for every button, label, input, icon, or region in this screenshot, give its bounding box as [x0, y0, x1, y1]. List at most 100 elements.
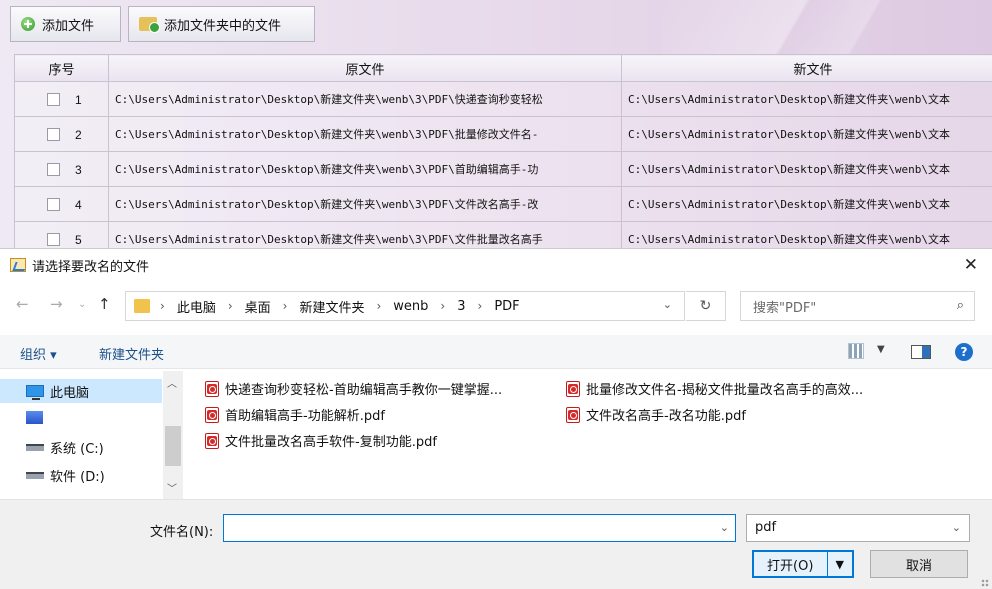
- new-path-cell: C:\Users\Administrator\Desktop\新建文件夹\wen…: [621, 116, 992, 152]
- row-checkbox[interactable]: [47, 233, 60, 246]
- forward-arrow-icon[interactable]: →: [50, 295, 63, 313]
- nav-item-label: 系统 (C:): [50, 441, 104, 457]
- help-icon[interactable]: ?: [955, 343, 973, 361]
- view-options-icon[interactable]: [848, 343, 864, 359]
- pdf-file-icon: [205, 406, 219, 423]
- resize-grip-icon[interactable]: [981, 579, 989, 587]
- app-icon: [26, 410, 43, 424]
- dialog-title-icon: [10, 258, 26, 272]
- breadcrumb-desktop[interactable]: 桌面: [245, 297, 271, 316]
- chevron-down-icon[interactable]: ⌄: [720, 521, 729, 534]
- new-path-cell: C:\Users\Administrator\Desktop\新建文件夹\wen…: [621, 221, 992, 248]
- row-checkbox[interactable]: [47, 128, 60, 141]
- recent-locations-chevron-icon[interactable]: ⌄: [78, 299, 86, 310]
- list-item[interactable]: 首助编辑高手-功能解析.pdf: [205, 405, 385, 424]
- command-bar: 组织 ▾ 新建文件夹 ▼ ?: [0, 335, 992, 369]
- file-name: 批量修改文件名-揭秘文件批量改名高手的高效...: [586, 383, 864, 398]
- nav-item-label: 此电脑: [50, 385, 90, 401]
- pdf-file-icon: [205, 380, 219, 397]
- filename-label: 文件名(N):: [150, 525, 214, 540]
- list-item[interactable]: 快递查询秒变轻松-首助编辑高手教你一键掌握...: [205, 379, 502, 398]
- row-index-cell: 1: [14, 81, 109, 117]
- row-index-cell: 3: [14, 151, 109, 187]
- nav-scrollbar[interactable]: ︿ ﹀: [163, 371, 183, 499]
- view-dropdown-chevron-icon[interactable]: ▼: [877, 344, 885, 355]
- open-button-label: 打开(O): [767, 558, 814, 574]
- row-number: 2: [75, 128, 82, 142]
- navigation-pane: 此电脑 系统 (C:) 软件 (D:) ︿ ﹀: [0, 371, 185, 499]
- nav-item-label: 软件 (D:): [50, 469, 105, 485]
- scrollbar-thumb[interactable]: [165, 426, 181, 466]
- table-row[interactable]: 3 C:\Users\Administrator\Desktop\新建文件夹\w…: [14, 151, 992, 187]
- new-folder-button[interactable]: 新建文件夹: [99, 344, 164, 363]
- breadcrumb-this-pc[interactable]: 此电脑: [177, 297, 216, 316]
- table-header-row: 序号 原文件 新文件: [14, 54, 992, 82]
- drive-icon: [26, 471, 44, 479]
- nav-item-drive-d[interactable]: 软件 (D:): [0, 463, 105, 487]
- row-number: 1: [75, 93, 82, 107]
- plus-icon: [21, 17, 35, 31]
- breadcrumb-wenb[interactable]: wenb: [393, 299, 428, 314]
- row-number: 3: [75, 163, 82, 177]
- chevron-down-icon[interactable]: ⌄: [952, 521, 961, 534]
- breadcrumb-separator-icon: ›: [376, 299, 382, 313]
- search-input[interactable]: 搜索"PDF": [753, 297, 816, 316]
- row-index-cell: 5: [14, 221, 109, 248]
- column-header-new[interactable]: 新文件: [621, 54, 992, 82]
- close-icon[interactable]: ✕: [964, 255, 978, 275]
- address-bar[interactable]: › 此电脑 › 桌面 › 新建文件夹 › wenb › 3 › PDF ⌄: [125, 291, 685, 321]
- open-dropdown-arrow-icon[interactable]: ▼: [826, 552, 853, 576]
- back-arrow-icon[interactable]: ←: [16, 295, 29, 313]
- preview-pane-icon[interactable]: [911, 345, 931, 359]
- search-box[interactable]: 搜索"PDF" ⌕: [740, 291, 975, 321]
- row-number: 4: [75, 198, 82, 212]
- pdf-file-icon: [566, 380, 580, 397]
- file-table: 序号 原文件 新文件 1 C:\Users\Administrator\Desk…: [14, 54, 992, 248]
- list-item[interactable]: 文件批量改名高手软件-复制功能.pdf: [205, 431, 437, 450]
- row-checkbox[interactable]: [47, 93, 60, 106]
- filename-input[interactable]: ⌄: [223, 514, 736, 542]
- pdf-file-icon: [205, 432, 219, 449]
- breadcrumb-separator-icon: ›: [282, 299, 288, 313]
- original-path-cell: C:\Users\Administrator\Desktop\新建文件夹\wen…: [108, 151, 622, 187]
- add-folder-files-button[interactable]: 添加文件夹中的文件: [128, 6, 315, 42]
- breadcrumb-3[interactable]: 3: [457, 299, 465, 314]
- breadcrumb-new-folder[interactable]: 新建文件夹: [299, 297, 364, 316]
- original-path-cell: C:\Users\Administrator\Desktop\新建文件夹\wen…: [108, 81, 622, 117]
- scroll-down-icon[interactable]: ﹀: [167, 480, 177, 495]
- nav-item-this-pc[interactable]: 此电脑: [0, 379, 162, 403]
- column-header-index[interactable]: 序号: [14, 54, 109, 82]
- up-arrow-icon[interactable]: ↑: [98, 295, 111, 313]
- scroll-up-icon[interactable]: ︿: [167, 375, 177, 390]
- row-number: 5: [75, 233, 82, 247]
- table-row[interactable]: 5 C:\Users\Administrator\Desktop\新建文件夹\w…: [14, 221, 992, 248]
- table-row[interactable]: 2 C:\Users\Administrator\Desktop\新建文件夹\w…: [14, 116, 992, 152]
- open-file-dialog: 请选择要改名的文件 ✕ ← → ⌄ ↑ › 此电脑 › 桌面 › 新建文件夹 ›…: [0, 248, 992, 589]
- row-checkbox[interactable]: [47, 163, 60, 176]
- original-path-cell: C:\Users\Administrator\Desktop\新建文件夹\wen…: [108, 221, 622, 248]
- table-row[interactable]: 1 C:\Users\Administrator\Desktop\新建文件夹\w…: [14, 81, 992, 117]
- cancel-button[interactable]: 取消: [870, 550, 968, 578]
- dialog-title: 请选择要改名的文件: [32, 259, 150, 275]
- breadcrumb-pdf[interactable]: PDF: [494, 299, 519, 314]
- breadcrumb-separator-icon: ›: [477, 299, 483, 313]
- list-item[interactable]: 批量修改文件名-揭秘文件批量改名高手的高效...: [566, 379, 863, 398]
- row-checkbox[interactable]: [47, 198, 60, 211]
- add-file-button[interactable]: 添加文件: [10, 6, 121, 42]
- search-icon[interactable]: ⌕: [957, 298, 964, 313]
- open-button[interactable]: 打开(O) ▼: [752, 550, 854, 578]
- nav-item-app[interactable]: [0, 405, 49, 429]
- refresh-icon[interactable]: ↻: [686, 291, 726, 321]
- rename-app-window: 添加文件 添加文件夹中的文件 序号 原文件 新文件 1 C:\Users\Adm…: [0, 0, 992, 248]
- list-item[interactable]: 文件改名高手-改名功能.pdf: [566, 405, 746, 424]
- row-index-cell: 4: [14, 186, 109, 222]
- filetype-value: pdf: [755, 520, 777, 535]
- table-row[interactable]: 4 C:\Users\Administrator\Desktop\新建文件夹\w…: [14, 186, 992, 222]
- chevron-down-icon[interactable]: ⌄: [663, 298, 672, 311]
- folder-icon: [134, 299, 150, 313]
- new-path-cell: C:\Users\Administrator\Desktop\新建文件夹\wen…: [621, 151, 992, 187]
- organize-menu[interactable]: 组织 ▾: [20, 344, 57, 363]
- nav-item-drive-c[interactable]: 系统 (C:): [0, 435, 104, 459]
- column-header-original[interactable]: 原文件: [108, 54, 622, 82]
- filetype-select[interactable]: pdf ⌄: [746, 514, 970, 542]
